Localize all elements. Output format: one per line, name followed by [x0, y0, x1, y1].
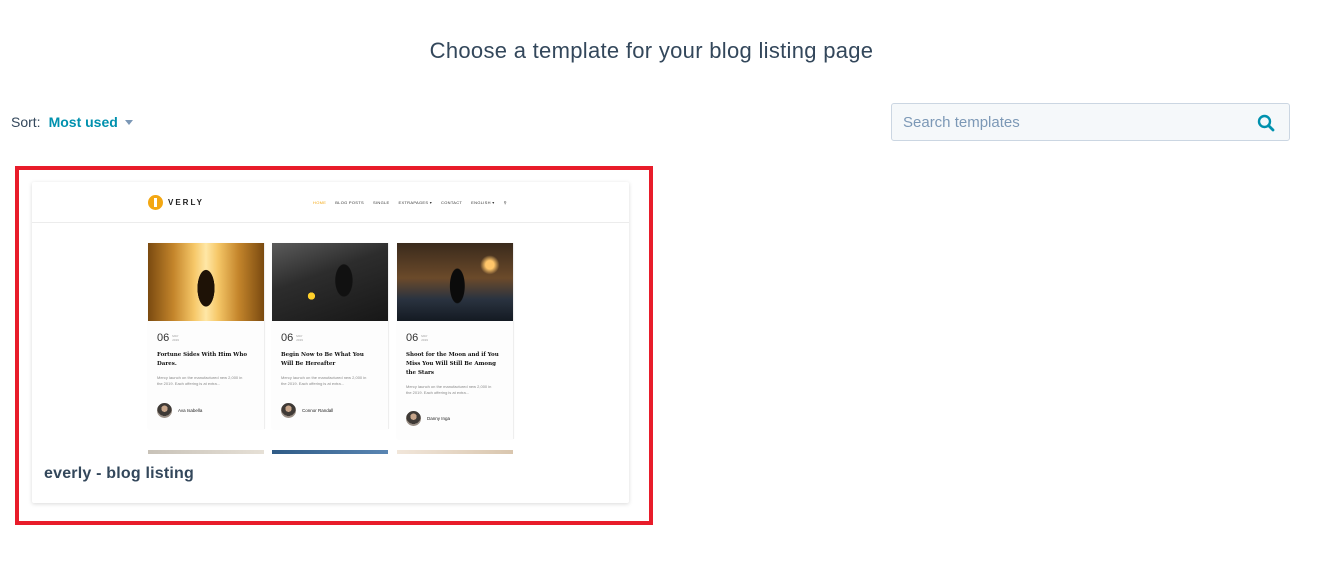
template-card[interactable]: VERLY HOME BLOG POSTS SINGLE EXTRAPAGES … — [32, 182, 629, 503]
post-title: Shoot for the Moon and if You Miss You W… — [406, 352, 499, 376]
preview-logo: VERLY — [148, 195, 204, 210]
post-excerpt: Mercy launch on the manufactured new 2,0… — [281, 375, 367, 386]
post-author: Danny Inga — [406, 411, 450, 426]
author-avatar — [157, 403, 172, 418]
preview-post-card: 06 MAY 2019 Begin Now to Be What You Wil… — [272, 243, 389, 429]
preview-search-icon: ⚲ — [503, 200, 507, 205]
post-date: 06 MAY 2019 — [281, 332, 306, 344]
template-preview-thumbnail: VERLY HOME BLOG POSTS SINGLE EXTRAPAGES … — [32, 182, 629, 454]
post-day: 06 — [281, 332, 294, 344]
post-date: 06 MAY 2019 — [157, 332, 182, 344]
preview-next-row-image — [148, 450, 264, 454]
preview-menu-item: CONTACT — [441, 200, 463, 205]
search-icon[interactable] — [1257, 114, 1275, 132]
post-title: Fortune Sides With Him Who Dares. — [157, 352, 248, 367]
preview-next-row-image — [272, 450, 388, 454]
sort-control: Sort: Most used — [11, 114, 133, 130]
preview-menu-item: ENGLISH ▾ — [471, 200, 495, 205]
post-author: Ava Isabella — [157, 403, 202, 418]
post-month: MAY 2019 — [296, 334, 303, 342]
preview-next-row-image — [397, 450, 513, 454]
preview-menu-item: EXTRAPAGES ▾ — [398, 200, 433, 205]
post-month: MAY 2019 — [172, 334, 179, 342]
author-avatar — [406, 411, 421, 426]
post-image — [272, 243, 388, 321]
preview-menu-item: SINGLE — [373, 200, 390, 205]
post-image — [148, 243, 264, 321]
sort-dropdown[interactable]: Most used — [49, 114, 133, 130]
author-name: Danny Inga — [427, 416, 451, 421]
preview-post-card: 06 MAY 2019 Fortune Sides With Him Who D… — [148, 243, 265, 429]
author-avatar — [281, 403, 296, 418]
sort-label: Sort: — [11, 114, 41, 130]
post-excerpt: Mercy launch on the manufactured new 2,0… — [157, 375, 243, 386]
post-date: 06 MAY 2019 — [406, 332, 431, 344]
page-title: Choose a template for your blog listing … — [429, 38, 874, 63]
preview-logo-text: VERLY — [168, 198, 204, 207]
preview-menu-item: BLOG POSTS — [335, 200, 364, 205]
preview-navbar: VERLY HOME BLOG POSTS SINGLE EXTRAPAGES … — [32, 182, 629, 223]
preview-post-card: 06 MAY 2019 Shoot for the Moon and if Yo… — [397, 243, 514, 439]
logo-mark-icon — [148, 195, 163, 210]
post-title: Begin Now to Be What You Will Be Hereaft… — [281, 352, 364, 367]
author-name: Connor Randall — [302, 408, 334, 413]
search-input[interactable] — [892, 104, 1243, 140]
post-image — [397, 243, 513, 321]
post-month: MAY 2019 — [421, 334, 428, 342]
author-name: Ava Isabella — [178, 408, 203, 413]
preview-menu: HOME BLOG POSTS SINGLE EXTRAPAGES ▾ CONT… — [313, 200, 516, 205]
template-name: everly - blog listing — [44, 465, 195, 482]
post-excerpt: Mercy launch on the manufactured new 2,0… — [406, 384, 492, 395]
sort-dropdown-value: Most used — [48, 114, 118, 130]
post-day: 06 — [406, 332, 419, 344]
search-box — [891, 103, 1290, 141]
post-day: 06 — [157, 332, 170, 344]
caret-down-icon — [124, 120, 133, 125]
post-author: Connor Randall — [281, 403, 333, 418]
preview-menu-item: HOME — [313, 200, 327, 205]
